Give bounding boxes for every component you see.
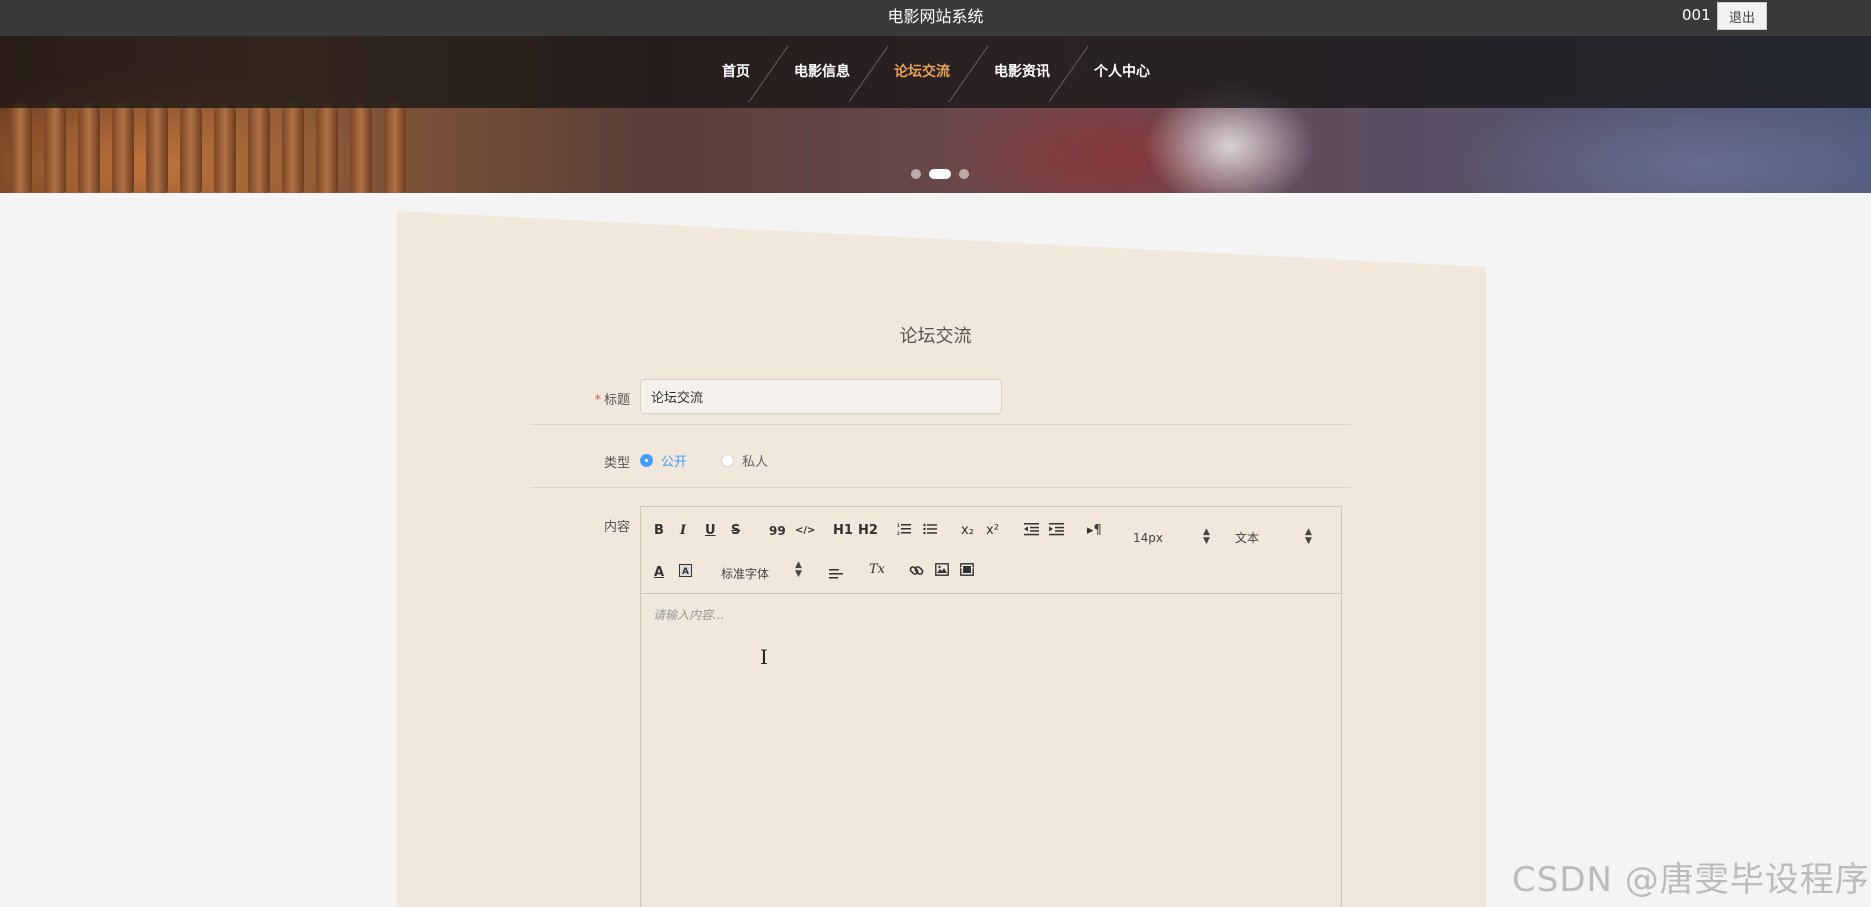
row-divider bbox=[530, 487, 1351, 488]
title-label-text: 标题 bbox=[603, 393, 630, 408]
banner-carousel: 首页 电影信息 论坛交流 电影资讯 个人中心 bbox=[0, 36, 1871, 193]
bold-button[interactable]: B bbox=[654, 522, 664, 540]
svg-text:2: 2 bbox=[897, 531, 900, 536]
type-radio-group: 公开 私人 bbox=[640, 451, 802, 470]
nav-item-profile[interactable]: 个人中心 bbox=[1072, 36, 1172, 108]
strike-button[interactable]: S bbox=[731, 522, 740, 540]
nav-item-forum[interactable]: 论坛交流 bbox=[872, 36, 972, 108]
image-icon[interactable] bbox=[935, 563, 949, 581]
video-icon[interactable] bbox=[960, 563, 974, 581]
superscript-button[interactable]: x² bbox=[986, 522, 999, 540]
subscript-button[interactable]: x₂ bbox=[961, 522, 974, 540]
text-cursor-icon: I bbox=[760, 645, 768, 669]
radio-private-label: 私人 bbox=[742, 455, 769, 470]
carousel-dot-active[interactable] bbox=[929, 169, 951, 179]
header-select[interactable]: 文本 ▲ ▼ bbox=[1235, 527, 1312, 547]
row-divider bbox=[530, 424, 1351, 425]
logout-button[interactable]: 退出 bbox=[1717, 2, 1767, 30]
radio-public-label: 公开 bbox=[661, 455, 688, 470]
editor-toolbar: B I U S 99 </> H1 H2 12 x₂ x² ▸¶ 14px ▲ ▼… bbox=[641, 507, 1341, 594]
h1-button[interactable]: H1 bbox=[833, 522, 853, 540]
bullet-list-icon[interactable] bbox=[923, 522, 937, 540]
font-family-value: 标准字体 bbox=[721, 567, 770, 581]
nav-item-home[interactable]: 首页 bbox=[700, 36, 772, 108]
banner-image bbox=[0, 103, 420, 193]
nav-item-movie-info[interactable]: 电影信息 bbox=[772, 36, 872, 108]
select-arrows-icon: ▲ ▼ bbox=[1305, 527, 1312, 546]
required-mark: * bbox=[594, 393, 601, 408]
svg-text:1: 1 bbox=[897, 523, 900, 528]
font-size-select[interactable]: 14px ▲ ▼ bbox=[1133, 527, 1210, 547]
header-value: 文本 bbox=[1235, 531, 1260, 545]
link-icon[interactable] bbox=[909, 563, 924, 581]
clean-format-button[interactable]: Tx bbox=[869, 561, 885, 579]
text-direction-button[interactable]: ▸¶ bbox=[1087, 522, 1102, 540]
nav-item-movie-news[interactable]: 电影资讯 bbox=[972, 36, 1072, 108]
indent-icon[interactable] bbox=[1049, 522, 1064, 540]
nav-list: 首页 电影信息 论坛交流 电影资讯 个人中心 bbox=[700, 36, 1172, 108]
outdent-icon[interactable] bbox=[1024, 522, 1039, 540]
code-icon[interactable]: </> bbox=[795, 522, 815, 540]
carousel-dots bbox=[911, 169, 969, 179]
content-label: 内容 bbox=[603, 520, 630, 535]
editor-content-area[interactable]: 请输入内容... bbox=[653, 606, 724, 623]
radio-private[interactable]: 私人 bbox=[721, 451, 768, 470]
carousel-dot[interactable] bbox=[911, 169, 921, 179]
svg-text:A: A bbox=[682, 567, 689, 577]
top-bar: 电影网站系统 001 退出 bbox=[0, 0, 1871, 36]
ordered-list-icon[interactable]: 12 bbox=[897, 522, 911, 540]
carousel-dot[interactable] bbox=[959, 169, 969, 179]
font-size-value: 14px bbox=[1133, 531, 1163, 545]
align-icon[interactable] bbox=[829, 565, 843, 583]
font-color-icon[interactable]: A bbox=[654, 564, 664, 582]
blockquote-icon[interactable]: 99 bbox=[769, 522, 786, 540]
user-name: 001 bbox=[1682, 6, 1711, 24]
title-label: * 标题 bbox=[530, 389, 630, 408]
title-input[interactable] bbox=[640, 379, 1002, 414]
type-label: 类型 bbox=[603, 456, 630, 471]
h2-button[interactable]: H2 bbox=[858, 522, 878, 540]
italic-button[interactable]: I bbox=[680, 522, 686, 540]
form-title: 论坛交流 bbox=[899, 326, 972, 347]
background-color-icon[interactable]: A bbox=[679, 564, 692, 582]
radio-public[interactable]: 公开 bbox=[640, 451, 687, 470]
watermark: CSDN @唐雯毕设程序 bbox=[1512, 860, 1870, 900]
radio-private-circle[interactable] bbox=[721, 454, 735, 467]
rich-text-editor: B I U S 99 </> H1 H2 12 x₂ x² ▸¶ 14px ▲ ▼… bbox=[640, 506, 1342, 907]
site-title: 电影网站系统 bbox=[887, 7, 984, 26]
select-arrows-icon: ▲ ▼ bbox=[795, 560, 802, 579]
underline-button[interactable]: U bbox=[705, 522, 716, 540]
select-arrows-icon: ▲ ▼ bbox=[1203, 527, 1210, 546]
main-nav: 首页 电影信息 论坛交流 电影资讯 个人中心 bbox=[0, 36, 1871, 108]
radio-public-circle[interactable] bbox=[640, 454, 653, 467]
font-family-select[interactable]: 标准字体 ▲ ▼ bbox=[721, 561, 802, 583]
